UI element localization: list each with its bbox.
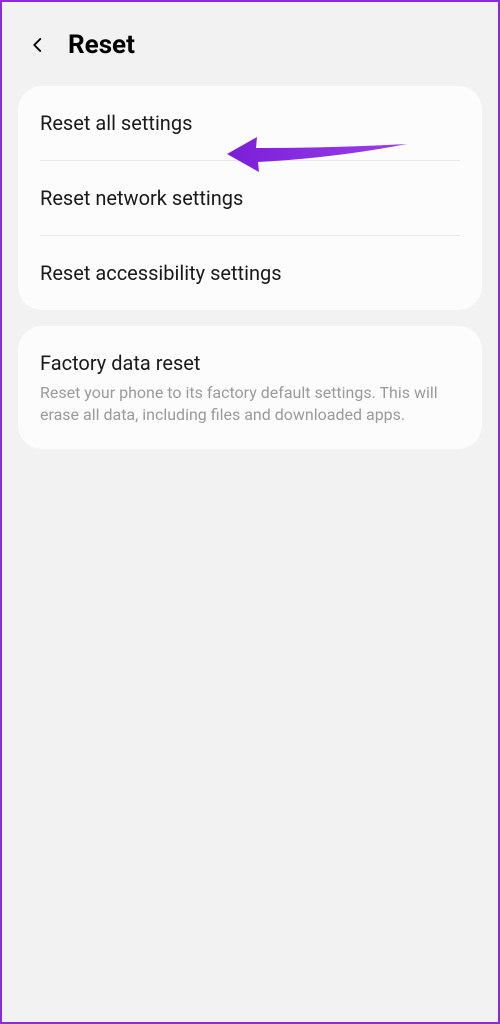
reset-options-card: Reset all settings Reset network setting… xyxy=(18,86,482,310)
page-title: Reset xyxy=(68,30,135,60)
factory-reset-card: Factory data reset Reset your phone to i… xyxy=(18,326,482,449)
factory-data-reset-item[interactable]: Factory data reset Reset your phone to i… xyxy=(40,326,460,449)
menu-item-label: Reset network settings xyxy=(40,185,460,211)
reset-all-settings-item[interactable]: Reset all settings xyxy=(40,86,460,161)
menu-item-label: Reset accessibility settings xyxy=(40,260,460,286)
header: Reset xyxy=(2,2,498,80)
back-icon[interactable] xyxy=(26,33,50,57)
menu-item-label: Reset all settings xyxy=(40,110,460,136)
reset-network-settings-item[interactable]: Reset network settings xyxy=(40,161,460,236)
menu-item-description: Reset your phone to its factory default … xyxy=(40,382,460,425)
menu-item-label: Factory data reset xyxy=(40,350,460,376)
reset-accessibility-settings-item[interactable]: Reset accessibility settings xyxy=(40,236,460,310)
